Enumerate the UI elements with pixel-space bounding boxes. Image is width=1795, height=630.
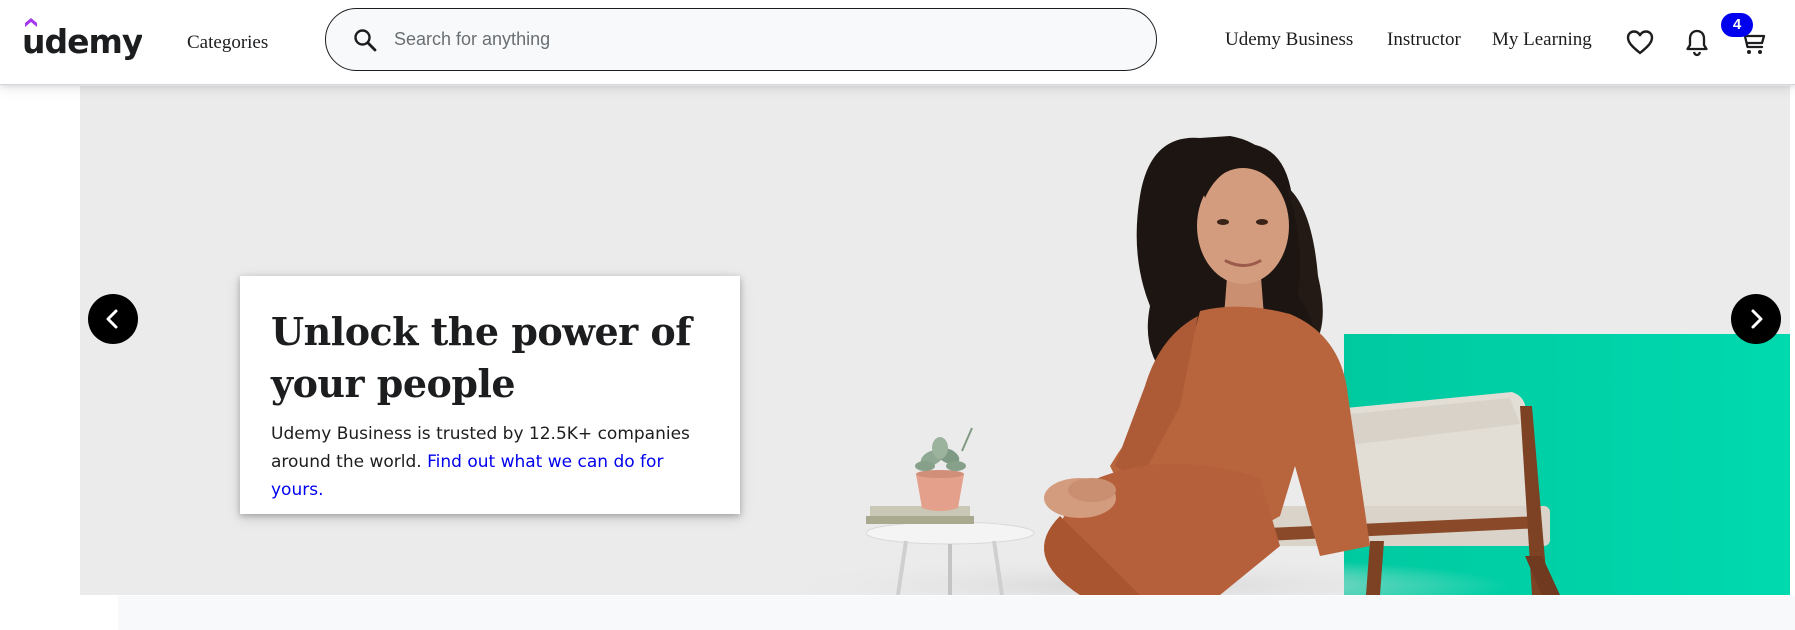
chevron-left-icon [106,309,118,329]
search-input[interactable] [394,19,1134,59]
hero-description: Udemy Business is trusted by 12.5K+ comp… [271,420,710,504]
bell-icon[interactable] [1681,26,1713,58]
my-learning-link[interactable]: My Learning [1492,29,1592,51]
person [1044,136,1370,595]
chevron-right-icon [1751,309,1763,329]
udemy-logo[interactable]: udemy [22,14,144,64]
cart-count-badge: 4 [1721,13,1753,37]
search-bar [325,8,1157,71]
carousel-next-button[interactable] [1731,294,1781,344]
carousel-prev-button[interactable] [88,294,138,344]
top-navigation-bar: udemy Categories Udemy Business Instruct… [0,0,1795,85]
search-icon[interactable] [352,27,378,53]
categories-menu[interactable]: Categories [187,32,268,54]
udemy-business-link[interactable]: Udemy Business [1225,29,1353,51]
next-section-edge [118,596,1795,630]
logo-text: udemy [22,22,142,61]
udemy-logo-mark: udemy [22,18,144,61]
instructor-link[interactable]: Instructor [1387,29,1461,51]
hero-promo-card: Unlock the power of your people Udemy Bu… [240,276,740,514]
hero-banner: Unlock the power of your people Udemy Bu… [80,86,1790,595]
hero-title: Unlock the power of your people [271,309,692,406]
heart-icon[interactable] [1624,26,1656,58]
